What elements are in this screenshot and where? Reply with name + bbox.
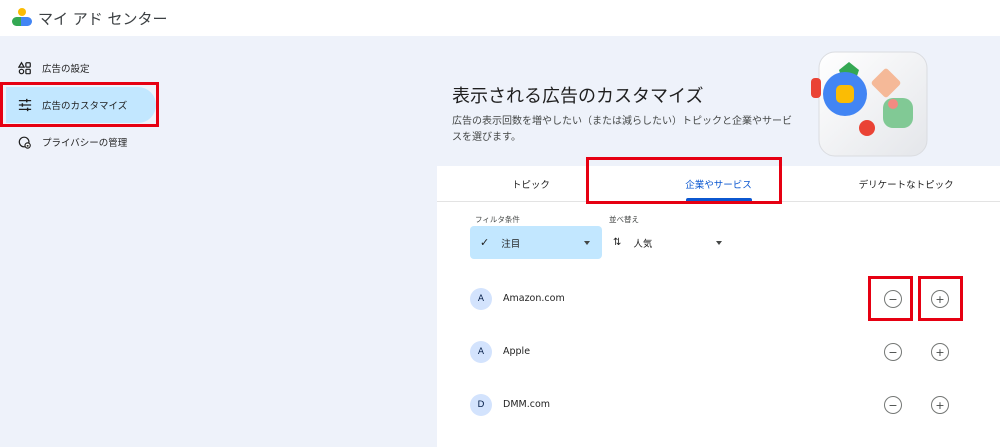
minus-icon: − <box>888 345 898 359</box>
company-name: Amazon.com <box>503 293 565 304</box>
show-more-ads-button[interactable]: + <box>931 396 949 414</box>
filter-label: フィルタ条件 <box>475 215 520 224</box>
tab-companies[interactable]: 企業やサービス <box>625 166 813 201</box>
page-description: 広告の表示回数を増やしたい（または減らしたい）トピックと企業やサービスを選びます… <box>452 116 792 143</box>
my-ad-center-logo-icon <box>12 8 32 28</box>
show-fewer-ads-button[interactable]: − <box>884 290 902 308</box>
tab-topics[interactable]: トピック <box>437 166 625 201</box>
sidebar-item-privacy[interactable]: プライバシーの管理 <box>6 124 156 160</box>
plus-icon: + <box>935 398 945 412</box>
active-tab-indicator <box>685 198 752 201</box>
avatar: A <box>470 288 492 310</box>
plus-icon: + <box>935 345 945 359</box>
show-more-ads-button[interactable]: + <box>931 290 949 308</box>
tab-label: トピック <box>511 179 550 191</box>
tab-label: 企業やサービス <box>685 179 752 191</box>
sidebar-item-label: プライバシーの管理 <box>42 138 128 149</box>
plus-icon: + <box>935 292 945 306</box>
privacy-icon <box>18 135 32 149</box>
show-fewer-ads-button[interactable]: − <box>884 396 902 414</box>
chevron-down-icon <box>584 241 590 245</box>
filter-value: 注目 <box>501 238 521 250</box>
sort-dropdown[interactable]: ⇅ 人気 <box>609 226 729 259</box>
company-row: A Apple <box>437 332 1000 372</box>
company-name: DMM.com <box>503 399 551 410</box>
tab-bar: トピック 企業やサービス デリケートなトピック <box>437 166 1000 202</box>
chevron-down-icon <box>716 241 722 245</box>
company-row: A Amazon.com <box>437 279 1000 319</box>
avatar: A <box>470 341 492 363</box>
company-name: Apple <box>503 346 531 357</box>
minus-icon: − <box>888 292 898 306</box>
sidebar-item-label: 広告のカスタマイズ <box>42 101 128 112</box>
show-fewer-ads-button[interactable]: − <box>884 343 902 361</box>
filter-dropdown[interactable]: ✓ 注目 <box>470 226 602 259</box>
tab-sensitive-topics[interactable]: デリケートなトピック <box>812 166 1000 201</box>
ad-customization-illustration-icon <box>811 51 928 157</box>
sidebar: 広告の設定 広告のカスタマイズ プライバシーの管理 <box>0 36 437 447</box>
sort-label: 並べ替え <box>609 215 639 224</box>
app-title: マイ アド センター <box>38 9 168 28</box>
sidebar-item-label: 広告の設定 <box>42 64 90 75</box>
sort-icon: ⇅ <box>613 237 622 248</box>
top-bar: マイ アド センター <box>0 0 1000 36</box>
company-row: D DMM.com <box>437 385 1000 425</box>
show-more-ads-button[interactable]: + <box>931 343 949 361</box>
sort-value: 人気 <box>633 238 653 250</box>
tune-icon <box>18 98 32 112</box>
ad-settings-icon <box>18 61 32 75</box>
sidebar-item-ad-customization[interactable]: 広告のカスタマイズ <box>6 87 156 123</box>
sidebar-item-ad-settings[interactable]: 広告の設定 <box>6 50 156 86</box>
tab-label: デリケートなトピック <box>858 179 954 191</box>
minus-icon: − <box>888 398 898 412</box>
avatar: D <box>470 394 492 416</box>
check-icon: ✓ <box>480 236 490 249</box>
page-title: 表示される広告のカスタマイズ <box>452 86 704 107</box>
